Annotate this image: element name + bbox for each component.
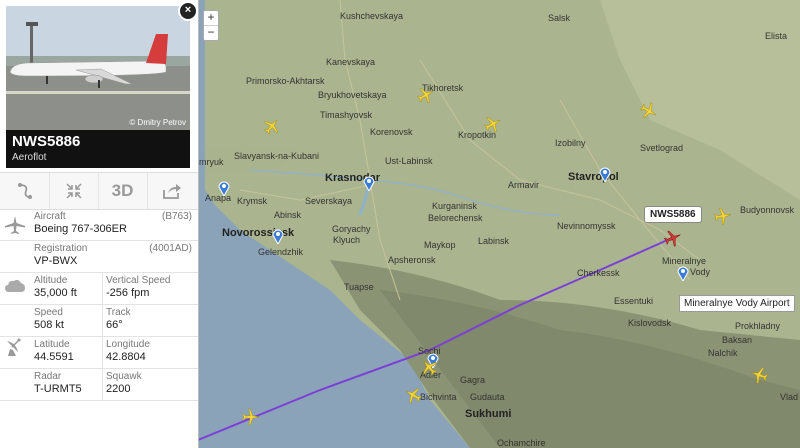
radar-label: Radar [34, 371, 62, 382]
airport-tooltip: Mineralnye Vody Airport [679, 295, 795, 312]
altitude-label: Altitude [34, 275, 68, 286]
route-icon [17, 183, 32, 199]
fit-view-button[interactable] [49, 173, 99, 209]
aircraft-photo-image [6, 6, 190, 130]
track-value: 66° [106, 319, 123, 331]
airline-name: Aeroflot [12, 152, 47, 163]
aircraft-icon[interactable] [242, 408, 260, 426]
city-label: Slavyansk-na-Kubani [234, 151, 320, 161]
route-button[interactable] [0, 173, 50, 209]
airport-pin-icon[interactable] [599, 166, 611, 182]
city-label: Svetlograd [640, 143, 684, 153]
aircraft-icon[interactable] [713, 206, 734, 227]
panel-toolbar: 3D [0, 172, 198, 210]
squawk-label: Squawk [106, 371, 142, 382]
city-label: Klyuch [333, 235, 361, 245]
vertical-speed-value: -256 fpm [106, 287, 150, 299]
callsign: NWS5886 [12, 133, 81, 150]
position-row: Latitude 44.5591 Longitude 42.8804 [0, 337, 198, 369]
track-label: Track [106, 307, 131, 318]
photo-credit: © Dmitry Petrov [129, 118, 186, 127]
flight-info-panel: × © Dmitry Petrov NWS5886 Aeroflot 3D Ai… [0, 0, 199, 448]
city-label: Stavropol [568, 171, 619, 183]
city-label: Korenovsk [370, 127, 413, 137]
registration-label: Registration [34, 243, 88, 254]
aircraft-label: Aircraft [34, 211, 66, 222]
city-label: Vlad [780, 392, 799, 402]
city-label: Severskaya [305, 196, 353, 206]
fit-view-icon [65, 183, 82, 199]
city-label: Vody [690, 267, 711, 277]
speed-value: 508 kt [34, 319, 64, 331]
city-label: Gagra [460, 375, 486, 385]
3d-view-button[interactable]: 3D [98, 173, 148, 209]
airport-pin-icon[interactable] [272, 228, 284, 244]
city-label: Armavir [508, 180, 539, 190]
city-label: Goryachy [332, 224, 371, 234]
city-label: Maykop [424, 240, 456, 250]
city-label: Bichvinta [420, 392, 457, 402]
city-label: Krymsk [237, 196, 267, 206]
city-label: mryuk [199, 157, 224, 167]
speed-row: Speed 508 kt Track 66° [0, 305, 198, 337]
flight-title: NWS5886 Aeroflot [6, 130, 190, 168]
flight-details: Aircraft (B763) Boeing 767-306ER Registr… [0, 209, 198, 401]
radar-value: T-URMT5 [34, 383, 82, 395]
airport-pin-icon[interactable] [677, 265, 689, 281]
longitude-value: 42.8804 [106, 351, 146, 363]
city-label: Primorsko-Akhtarsk [246, 76, 325, 86]
city-label: Gudauta [470, 392, 505, 402]
city-label: Abinsk [274, 210, 302, 220]
latitude-value: 44.5591 [34, 351, 74, 363]
registration-value: VP-BWX [34, 255, 78, 267]
mode-s-code: (4001AD) [149, 243, 192, 254]
vertical-speed-label: Vertical Speed [106, 275, 171, 286]
aircraft-photo: © Dmitry Petrov [6, 6, 190, 130]
city-label: Labinsk [478, 236, 510, 246]
city-label: Elista [765, 31, 788, 41]
aircraft-row: Aircraft (B763) Boeing 767-306ER [0, 209, 198, 241]
share-button[interactable] [147, 173, 196, 209]
share-icon [162, 184, 181, 199]
altitude-value: 35,000 ft [34, 287, 77, 299]
city-label: Cherkessk [577, 268, 620, 278]
city-label: Salsk [548, 13, 571, 23]
city-label: Timashyovsk [320, 110, 373, 120]
city-label: Essentuki [614, 296, 654, 306]
city-label: Budyonnovsk [740, 205, 795, 215]
city-label: Gelendzhik [258, 247, 304, 257]
city-label: Kislovodsk [628, 318, 672, 328]
city-label: Kushchevskaya [340, 11, 404, 21]
registration-row: Registration (4001AD) VP-BWX [0, 241, 198, 273]
zoom-in-button[interactable]: + [204, 11, 218, 26]
close-button[interactable]: × [178, 1, 198, 21]
speed-label: Speed [34, 307, 63, 318]
city-label: Nevinnomyssk [557, 221, 616, 231]
city-label: Baksan [722, 335, 753, 345]
city-label: Izobilny [555, 138, 586, 148]
city-label: Belorechensk [428, 213, 483, 223]
longitude-label: Longitude [106, 339, 150, 350]
zoom-control: + − [203, 10, 219, 41]
latitude-label: Latitude [34, 339, 70, 350]
altitude-row: Altitude 35,000 ft Vertical Speed -256 f… [0, 273, 198, 305]
airport-pin-icon[interactable] [218, 180, 230, 196]
city-label: Tuapse [344, 282, 374, 292]
city-label: Sukhumi [465, 408, 512, 420]
airport-pin-icon[interactable] [363, 175, 375, 191]
squawk-value: 2200 [106, 383, 131, 395]
city-label: Kanevskaya [326, 57, 376, 67]
city-label: Ochamchire [497, 438, 546, 448]
city-label: Ust-Labinsk [385, 156, 433, 166]
zoom-out-button[interactable]: − [204, 26, 218, 40]
city-label: Apsheronsk [388, 255, 436, 265]
city-label: Bryukhovetskaya [318, 90, 387, 100]
radar-row: Radar T-URMT5 Squawk 2200 [0, 369, 198, 401]
city-label: Kurganinsk [432, 201, 478, 211]
flight-callsign-label[interactable]: NWS5886 [644, 206, 702, 223]
city-label: Prokhladny [735, 321, 781, 331]
aircraft-value: Boeing 767-306ER [34, 223, 127, 235]
aircraft-type-code: (B763) [161, 211, 192, 222]
city-label: Nalchik [708, 348, 738, 358]
